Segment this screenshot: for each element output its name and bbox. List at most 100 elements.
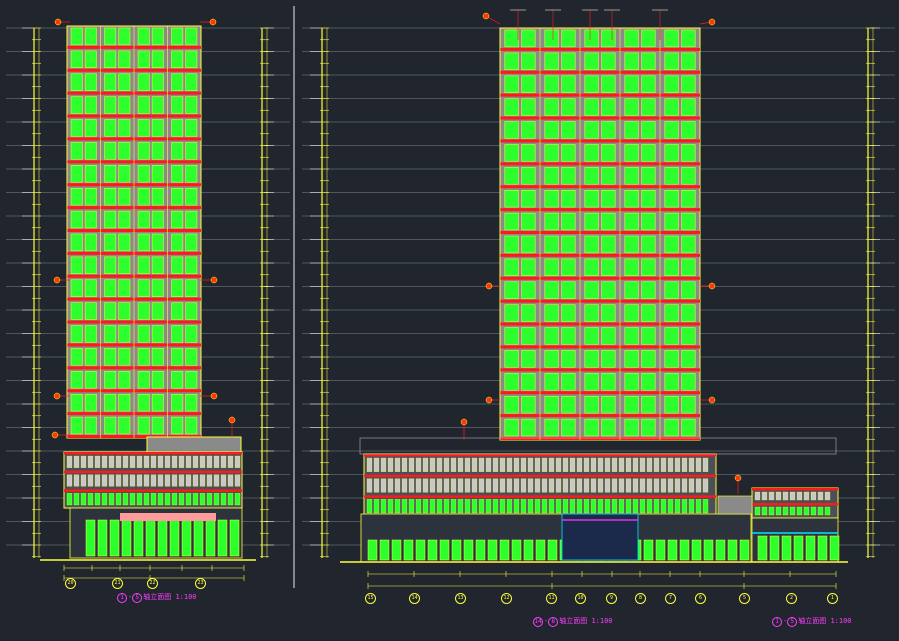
window <box>151 187 164 206</box>
window <box>584 167 599 185</box>
podium-window <box>87 493 94 506</box>
window <box>664 395 679 414</box>
window <box>544 350 559 368</box>
window <box>104 50 117 69</box>
window <box>104 325 117 343</box>
window <box>70 96 83 114</box>
window <box>584 29 599 48</box>
podium-window <box>639 457 646 472</box>
podium-window <box>80 493 87 506</box>
shopfront <box>145 519 156 557</box>
podium-window <box>541 478 548 493</box>
podium-window <box>157 455 164 468</box>
grid-axis-bubble: 2 <box>786 593 797 604</box>
floor-slab <box>500 345 700 349</box>
podium-window <box>534 499 541 514</box>
podium-window <box>206 474 213 487</box>
podium-window <box>227 474 234 487</box>
podium-window <box>457 499 464 514</box>
canopy-1 <box>120 513 216 521</box>
podium-window <box>660 499 667 514</box>
window <box>624 189 639 208</box>
window <box>151 27 164 46</box>
window <box>601 144 616 162</box>
podium-window <box>499 457 506 472</box>
window <box>681 327 696 345</box>
window <box>601 235 616 254</box>
podium-window <box>681 457 688 472</box>
window <box>601 75 616 93</box>
podium-window <box>590 478 597 493</box>
podium-window <box>499 478 506 493</box>
window <box>641 29 656 48</box>
callout-marker <box>53 276 61 284</box>
window <box>104 416 117 435</box>
window <box>118 50 131 69</box>
callout-marker <box>482 12 490 20</box>
shopfront <box>391 539 402 561</box>
window <box>544 167 559 185</box>
shopfront <box>463 539 474 561</box>
window <box>137 371 150 389</box>
podium-window <box>667 457 674 472</box>
window <box>84 210 97 229</box>
window <box>118 73 131 91</box>
callout-marker <box>460 418 468 426</box>
window <box>504 167 519 185</box>
shopfront <box>403 539 414 561</box>
podium-window <box>429 499 436 514</box>
podium-window <box>611 478 618 493</box>
podium-window <box>94 493 101 506</box>
podium-window <box>695 478 702 493</box>
window <box>561 212 576 231</box>
podium-window <box>562 478 569 493</box>
window <box>171 119 184 137</box>
podium-window <box>373 457 380 472</box>
floor-slab <box>500 93 700 97</box>
podium-window <box>157 493 164 506</box>
shopfront <box>655 539 666 561</box>
podium-window <box>653 499 660 514</box>
window <box>84 325 97 343</box>
podium-window <box>485 478 492 493</box>
window <box>584 98 599 116</box>
window <box>664 373 679 391</box>
callout-marker <box>734 474 742 482</box>
tower-1 <box>66 25 202 439</box>
podium-window <box>178 493 185 506</box>
grid-axis-bubble: 8 <box>635 593 646 604</box>
podium-window <box>576 457 583 472</box>
podium-slab <box>364 495 716 498</box>
window <box>624 121 639 139</box>
podium-window <box>234 455 241 468</box>
window <box>681 304 696 322</box>
window <box>681 281 696 299</box>
podium-window <box>94 474 101 487</box>
podium-window <box>415 499 422 514</box>
shopfront <box>667 539 678 561</box>
window <box>151 325 164 343</box>
window <box>185 50 198 69</box>
window <box>84 393 97 412</box>
shopfront <box>157 519 168 557</box>
window <box>151 142 164 160</box>
podium-window <box>213 474 220 487</box>
window <box>664 167 679 185</box>
window <box>504 75 519 93</box>
window <box>104 165 117 183</box>
window <box>137 142 150 160</box>
window <box>521 121 536 139</box>
podium-slab <box>364 454 716 457</box>
grid-axis-bubble: 1 <box>827 593 838 604</box>
window <box>624 52 639 71</box>
window <box>185 302 198 320</box>
window <box>521 189 536 208</box>
podium-window <box>569 478 576 493</box>
podium-window <box>387 457 394 472</box>
window <box>151 416 164 435</box>
podium-window <box>492 457 499 472</box>
window <box>601 350 616 368</box>
podium-window <box>115 493 122 506</box>
window <box>561 52 576 71</box>
window <box>137 27 150 46</box>
